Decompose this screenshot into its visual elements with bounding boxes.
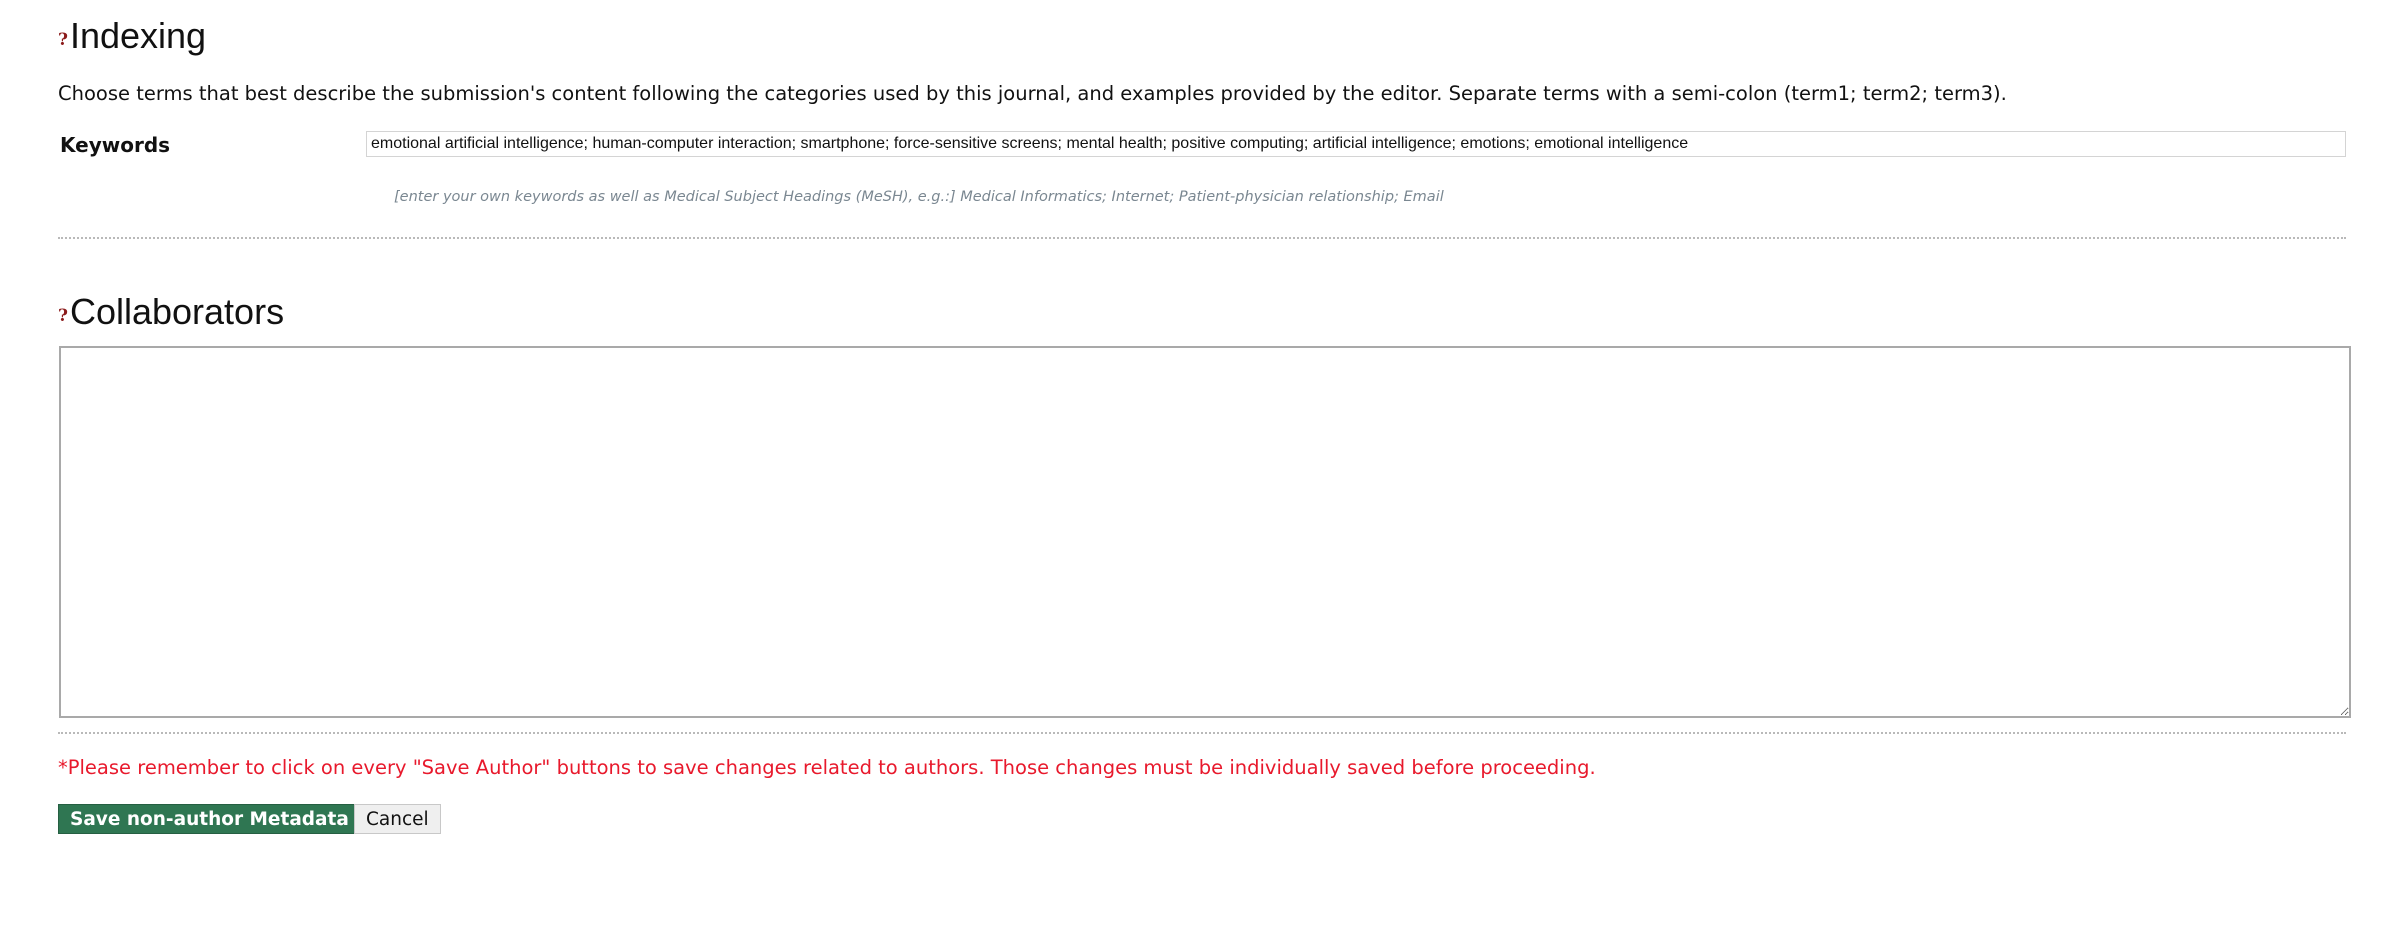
keywords-label: Keywords [60, 133, 171, 157]
keywords-input[interactable] [366, 131, 2346, 157]
section-divider [58, 732, 2346, 734]
save-author-notice: *Please remember to click on every "Save… [58, 756, 1596, 779]
help-icon[interactable]: ? [58, 296, 68, 336]
indexing-description: Choose terms that best describe the subm… [58, 82, 2007, 105]
collaborators-heading: ?Collaborators [58, 292, 284, 336]
collaborators-textarea[interactable] [59, 346, 2351, 718]
collaborators-title: Collaborators [69, 291, 285, 332]
indexing-heading: ?Indexing [58, 16, 206, 60]
indexing-title: Indexing [69, 15, 207, 56]
cancel-button[interactable]: Cancel [354, 804, 441, 834]
section-divider [58, 237, 2346, 239]
save-metadata-button[interactable]: Save non-author Metadata [58, 804, 361, 834]
help-icon[interactable]: ? [58, 20, 68, 60]
keywords-hint: [enter your own keywords as well as Medi… [394, 189, 1444, 205]
